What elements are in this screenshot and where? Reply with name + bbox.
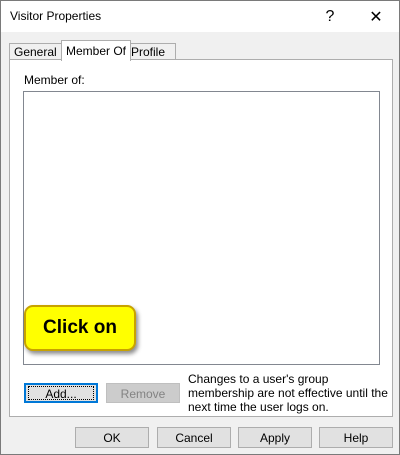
click-on-callout: Click on: [24, 305, 136, 351]
add-button[interactable]: Add...: [24, 383, 98, 403]
dialog-window: Visitor Properties ? ✕ General Member Of…: [0, 0, 400, 455]
window-title: Visitor Properties: [10, 9, 102, 23]
member-of-label: Member of:: [24, 73, 85, 87]
close-button[interactable]: ✕: [353, 1, 399, 32]
cancel-button[interactable]: Cancel: [157, 427, 231, 448]
add-button-label: Add...: [28, 386, 94, 401]
remove-button: Remove: [106, 383, 180, 403]
close-icon: ✕: [369, 8, 383, 26]
question-icon: ?: [325, 7, 335, 25]
title-bar[interactable]: Visitor Properties ? ✕: [1, 1, 399, 32]
apply-button[interactable]: Apply: [238, 427, 312, 448]
callout-text: Click on: [43, 317, 117, 338]
ok-button[interactable]: OK: [75, 427, 149, 448]
help-title-button[interactable]: ?: [307, 1, 353, 32]
tab-panel-member-of: Member of: Add... Remove Changes to a us…: [9, 59, 393, 417]
help-button[interactable]: Help: [319, 427, 393, 448]
membership-note: Changes to a user's group membership are…: [188, 372, 388, 414]
tab-member-of[interactable]: Member Of: [61, 40, 131, 61]
